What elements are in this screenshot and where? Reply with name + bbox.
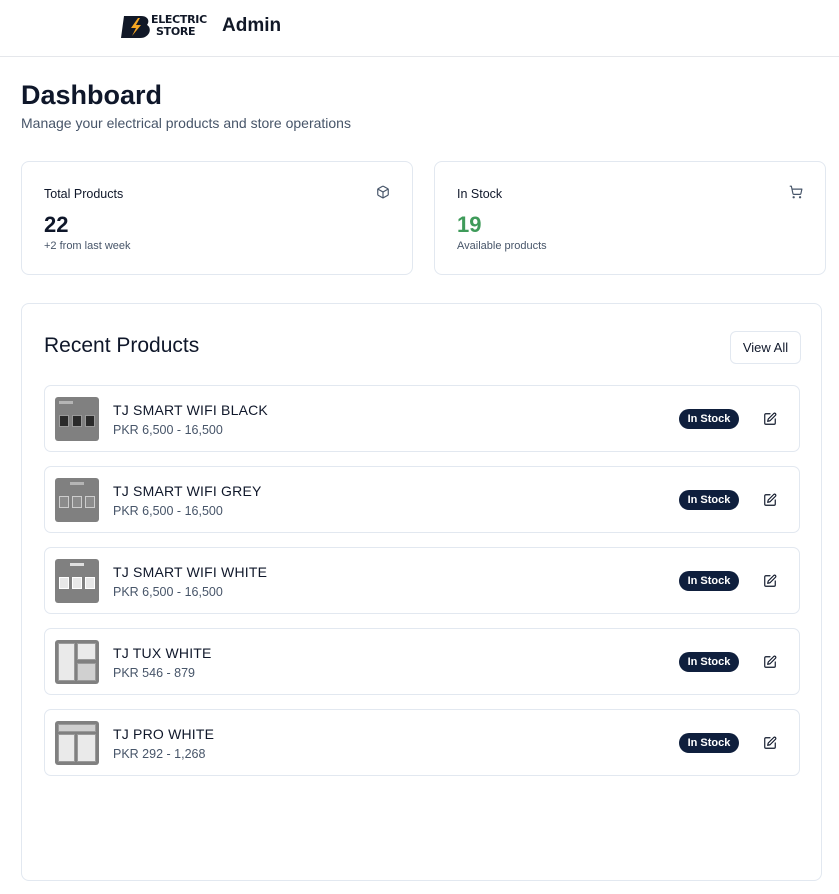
package-icon (377, 185, 389, 199)
product-thumbnail (55, 640, 99, 684)
stat-label: Total Products (44, 187, 124, 201)
stat-label: In Stock (457, 187, 503, 201)
product-row[interactable]: TJ SMART WIFI BLACK PKR 6,500 - 16,500 I… (44, 385, 800, 452)
product-name: TJ PRO WHITE (113, 726, 215, 742)
product-thumbnail (55, 721, 99, 765)
product-price: PKR 6,500 - 16,500 (113, 423, 223, 437)
shopping-cart-icon (789, 185, 803, 199)
stat-note: +2 from last week (44, 240, 131, 252)
product-price: PKR 6,500 - 16,500 (113, 585, 223, 599)
edit-icon (764, 736, 777, 749)
recent-products-title: Recent Products (44, 334, 200, 357)
product-row[interactable]: TJ SMART WIFI GREY PKR 6,500 - 16,500 In… (44, 466, 800, 533)
product-name: TJ SMART WIFI BLACK (113, 402, 268, 418)
product-price: PKR 292 - 1,268 (113, 747, 206, 761)
stat-card-in-stock: In Stock 19 Available products (434, 161, 826, 275)
stat-value: 19 (457, 212, 482, 237)
status-badge: In Stock (679, 490, 739, 510)
status-badge: In Stock (679, 409, 739, 429)
store-logo[interactable]: ELECTRIC STORE (121, 14, 209, 40)
status-badge: In Stock (679, 652, 739, 672)
logo-line-1: ELECTRIC (151, 13, 207, 26)
logo-line-2: STORE (156, 24, 196, 38)
recent-products-panel: Recent Products View All TJ SMART WIFI B… (21, 303, 822, 881)
edit-button[interactable] (761, 572, 779, 590)
edit-icon (764, 655, 777, 668)
product-thumbnail (55, 478, 99, 522)
product-name: TJ TUX WHITE (113, 645, 212, 661)
product-row[interactable]: TJ SMART WIFI WHITE PKR 6,500 - 16,500 I… (44, 547, 800, 614)
product-row[interactable]: TJ TUX WHITE PKR 546 - 879 In Stock (44, 628, 800, 695)
product-price: PKR 6,500 - 16,500 (113, 504, 223, 518)
logo-text: ELECTRIC STORE (151, 14, 207, 37)
stat-value: 22 (44, 212, 69, 237)
edit-button[interactable] (761, 734, 779, 752)
product-name: TJ SMART WIFI GREY (113, 483, 262, 499)
product-name: TJ SMART WIFI WHITE (113, 564, 268, 580)
status-badge: In Stock (679, 571, 739, 591)
page-title: Dashboard (21, 80, 163, 110)
stat-note: Available products (457, 240, 547, 252)
edit-button[interactable] (761, 491, 779, 509)
admin-title: Admin (222, 15, 282, 36)
edit-button[interactable] (761, 410, 779, 428)
edit-icon (764, 412, 777, 425)
edit-icon (764, 574, 777, 587)
logo-b-mark-icon (121, 16, 150, 38)
product-row[interactable]: TJ PRO WHITE PKR 292 - 1,268 In Stock (44, 709, 800, 776)
product-thumbnail (55, 559, 99, 603)
status-badge: In Stock (679, 733, 739, 753)
view-all-button[interactable]: View All (730, 331, 801, 364)
product-thumbnail (55, 397, 99, 441)
edit-icon (764, 493, 777, 506)
page-subtitle: Manage your electrical products and stor… (21, 115, 351, 131)
product-list: TJ SMART WIFI BLACK PKR 6,500 - 16,500 I… (44, 385, 800, 790)
product-price: PKR 546 - 879 (113, 666, 195, 680)
top-header: ELECTRIC STORE Admin (0, 0, 839, 57)
stat-card-total-products: Total Products 22 +2 from last week (21, 161, 413, 275)
edit-button[interactable] (761, 653, 779, 671)
